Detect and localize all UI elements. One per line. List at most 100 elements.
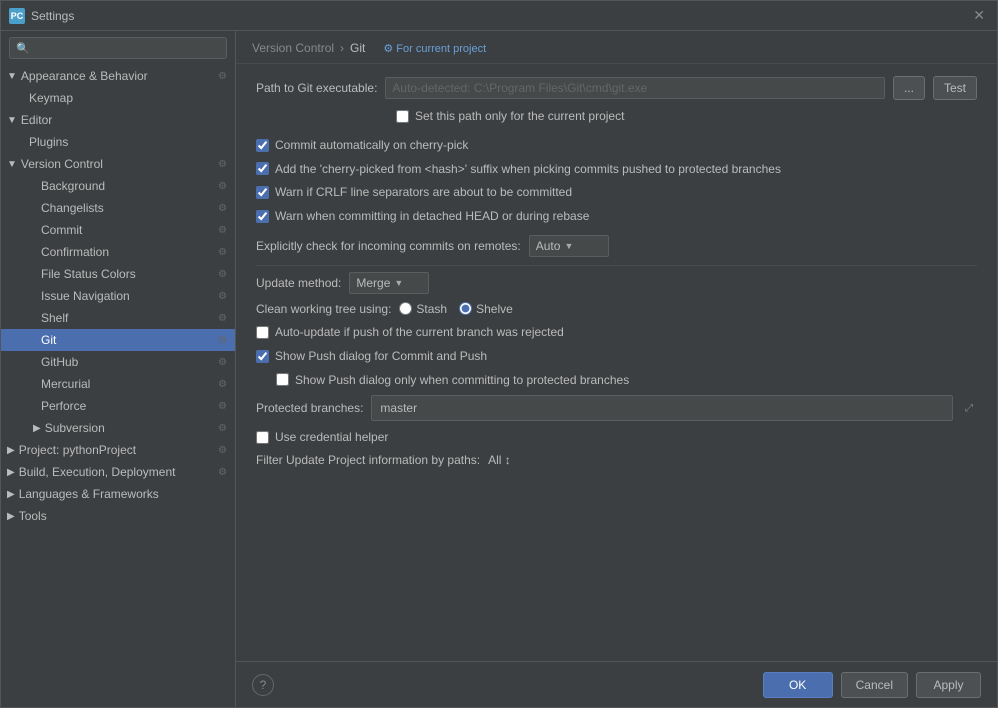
test-button[interactable]: Test — [933, 76, 977, 100]
show-push-sub-row: Show Push dialog only when committing to… — [276, 372, 977, 389]
stash-label: Stash — [416, 302, 447, 316]
crlf-checkbox[interactable] — [256, 186, 269, 199]
sidebar-item-shelf[interactable]: Shelf ⚙ — [1, 307, 235, 329]
shelve-radio-item[interactable]: Shelve — [459, 302, 513, 316]
cherry-pick-row: Commit automatically on cherry-pick — [256, 137, 977, 154]
sidebar-item-appearance[interactable]: ▼ Appearance & Behavior ⚙ — [1, 65, 235, 87]
show-push-checkbox[interactable] — [256, 350, 269, 363]
main-content: Path to Git executable: ... Test Set thi… — [236, 64, 997, 661]
incoming-value: Auto — [536, 239, 561, 253]
ok-button[interactable]: OK — [763, 672, 833, 698]
update-method-dropdown[interactable]: Merge ▼ — [349, 272, 429, 294]
incoming-row: Explicitly check for incoming commits on… — [256, 235, 977, 257]
cherry-pick-label: Commit automatically on cherry-pick — [275, 137, 468, 154]
sidebar-item-github[interactable]: GitHub ⚙ — [1, 351, 235, 373]
vc-icon: ⚙ — [218, 159, 227, 170]
help-button[interactable]: ? — [252, 674, 274, 696]
sh-icon: ⚙ — [218, 313, 227, 324]
show-push-label: Show Push dialog for Commit and Push — [275, 348, 487, 365]
clean-working-label: Clean working tree using: — [256, 302, 391, 316]
stash-radio-item[interactable]: Stash — [399, 302, 447, 316]
expand-icon[interactable]: ⤢ — [961, 401, 977, 416]
sidebar-item-perforce[interactable]: Perforce ⚙ — [1, 395, 235, 417]
cf-icon: ⚙ — [218, 247, 227, 258]
apply-button[interactable]: Apply — [916, 672, 981, 698]
sidebar-item-commit[interactable]: Commit ⚙ — [1, 219, 235, 241]
expand-arrow-tools: ▶ — [7, 511, 15, 522]
main-panel: Version Control › Git ⚙ For current proj… — [236, 31, 997, 707]
footer: ? OK Cancel Apply — [236, 661, 997, 707]
search-box[interactable]: 🔍 — [9, 37, 227, 59]
sidebar-item-keymap[interactable]: Keymap — [1, 87, 235, 109]
protected-branches-input[interactable] — [371, 395, 953, 421]
show-push-sub-checkbox[interactable] — [276, 373, 289, 386]
sidebar-item-confirmation[interactable]: Confirmation ⚙ — [1, 241, 235, 263]
title-bar: PC Settings ✕ — [1, 1, 997, 31]
incoming-dropdown[interactable]: Auto ▼ — [529, 235, 609, 257]
credential-checkbox[interactable] — [256, 431, 269, 444]
close-button[interactable]: ✕ — [969, 7, 989, 24]
app-icon: PC — [9, 8, 25, 24]
project-link[interactable]: ⚙ For current project — [383, 42, 486, 55]
sidebar-item-plugins[interactable]: Plugins — [1, 131, 235, 153]
chevron-down-icon-2: ▼ — [394, 278, 403, 288]
path-checkbox-row: Set this path only for the current proje… — [396, 108, 977, 125]
sidebar-item-version-control[interactable]: ▼ Version Control ⚙ — [1, 153, 235, 175]
credential-row: Use credential helper — [256, 429, 977, 446]
shelve-radio[interactable] — [459, 302, 472, 315]
detached-head-row: Warn when committing in detached HEAD or… — [256, 208, 977, 225]
sidebar-item-file-status-colors[interactable]: File Status Colors ⚙ — [1, 263, 235, 285]
update-method-label: Update method: — [256, 276, 341, 290]
cherry-pick-suffix-checkbox[interactable] — [256, 162, 269, 175]
search-input[interactable] — [34, 41, 220, 55]
sv-icon: ⚙ — [218, 423, 227, 434]
search-icon: 🔍 — [16, 42, 30, 55]
auto-update-row: Auto-update if push of the current branc… — [256, 324, 977, 341]
breadcrumb: Version Control › Git ⚙ For current proj… — [236, 31, 997, 64]
expand-arrow-editor: ▼ — [7, 115, 17, 126]
sidebar-item-git[interactable]: Git ⚙ — [1, 329, 235, 351]
cherry-pick-checkbox[interactable] — [256, 139, 269, 152]
expand-arrow: ▼ — [7, 71, 17, 82]
bg-icon: ⚙ — [218, 181, 227, 192]
cancel-button[interactable]: Cancel — [841, 672, 908, 698]
shelve-label: Shelve — [476, 302, 513, 316]
sidebar-item-tools[interactable]: ▶ Tools — [1, 505, 235, 527]
detached-head-checkbox[interactable] — [256, 210, 269, 223]
window-title: Settings — [31, 9, 969, 23]
sidebar-item-project[interactable]: ▶ Project: pythonProject ⚙ — [1, 439, 235, 461]
sidebar-item-editor[interactable]: ▼ Editor — [1, 109, 235, 131]
detached-head-label: Warn when committing in detached HEAD or… — [275, 208, 589, 225]
content-area: 🔍 ▼ Appearance & Behavior ⚙ Keymap ▼ Edi… — [1, 31, 997, 707]
crlf-label: Warn if CRLF line separators are about t… — [275, 184, 572, 201]
sidebar-item-mercurial[interactable]: Mercurial ⚙ — [1, 373, 235, 395]
settings-icon: ⚙ — [218, 71, 227, 82]
breadcrumb-separator: › — [340, 41, 344, 55]
sidebar-item-languages[interactable]: ▶ Languages & Frameworks — [1, 483, 235, 505]
path-row: Path to Git executable: ... Test — [256, 76, 977, 100]
auto-update-checkbox[interactable] — [256, 326, 269, 339]
sidebar-item-subversion[interactable]: ▶ Subversion ⚙ — [1, 417, 235, 439]
path-input[interactable] — [385, 77, 885, 99]
sidebar: 🔍 ▼ Appearance & Behavior ⚙ Keymap ▼ Edi… — [1, 31, 236, 707]
path-checkbox-label: Set this path only for the current proje… — [415, 108, 624, 125]
auto-update-label: Auto-update if push of the current branc… — [275, 324, 564, 341]
filter-value[interactable]: All ↕ — [488, 453, 511, 467]
expand-arrow-build: ▶ — [7, 467, 15, 478]
cherry-pick-suffix-row: Add the 'cherry-picked from <hash>' suff… — [256, 161, 977, 178]
breadcrumb-current: Git — [350, 41, 365, 55]
path-checkbox[interactable] — [396, 110, 409, 123]
browse-button[interactable]: ... — [893, 76, 925, 100]
sidebar-item-background[interactable]: Background ⚙ — [1, 175, 235, 197]
sidebar-item-changelists[interactable]: Changelists ⚙ — [1, 197, 235, 219]
cl-icon: ⚙ — [218, 203, 227, 214]
path-label: Path to Git executable: — [256, 81, 377, 95]
footer-buttons: OK Cancel Apply — [763, 672, 981, 698]
protected-branches-row: Protected branches: ⤢ — [256, 395, 977, 421]
sidebar-item-build[interactable]: ▶ Build, Execution, Deployment ⚙ — [1, 461, 235, 483]
clean-working-row: Clean working tree using: Stash Shelve — [256, 302, 977, 316]
sidebar-item-issue-navigation[interactable]: Issue Navigation ⚙ — [1, 285, 235, 307]
hg-icon: ⚙ — [218, 379, 227, 390]
stash-radio[interactable] — [399, 302, 412, 315]
expand-arrow-vc: ▼ — [7, 159, 17, 170]
